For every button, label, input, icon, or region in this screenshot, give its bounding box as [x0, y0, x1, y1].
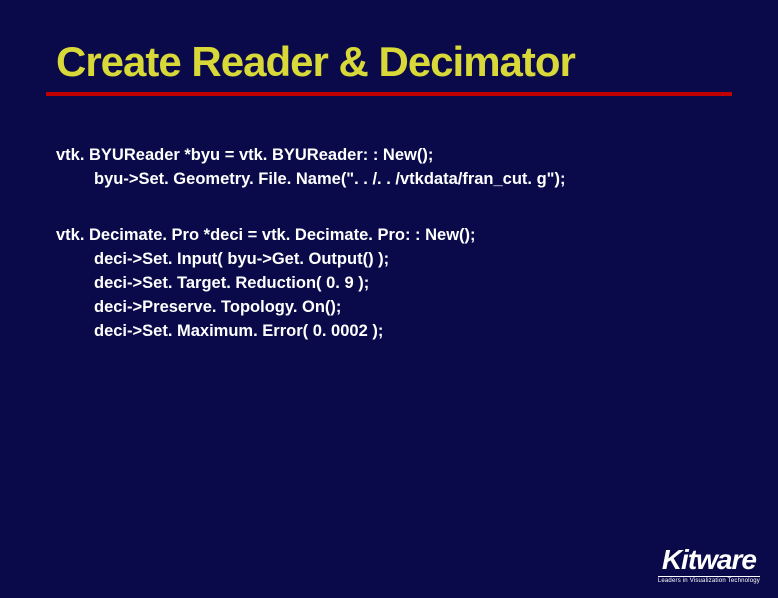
- slide: Create Reader & Decimator vtk. BYUReader…: [0, 0, 778, 598]
- logo: Kitware Leaders in Visualization Technol…: [658, 546, 760, 584]
- code-line: deci->Set. Maximum. Error( 0. 0002 );: [56, 320, 778, 344]
- slide-content: vtk. BYUReader *byu = vtk. BYUReader: : …: [0, 96, 778, 343]
- logo-name: Kitware: [658, 546, 760, 574]
- code-line: vtk. Decimate. Pro *deci = vtk. Decimate…: [56, 224, 778, 248]
- logo-divider: [658, 576, 760, 577]
- logo-tagline: Leaders in Visualization Technology: [658, 578, 760, 584]
- code-line: deci->Set. Target. Reduction( 0. 9 );: [56, 272, 778, 296]
- code-line: deci->Set. Input( byu->Get. Output() );: [56, 248, 778, 272]
- code-line: vtk. BYUReader *byu = vtk. BYUReader: : …: [56, 144, 778, 168]
- code-block-decimator: vtk. Decimate. Pro *deci = vtk. Decimate…: [56, 224, 778, 344]
- code-line: byu->Set. Geometry. File. Name(". . /. .…: [56, 168, 778, 192]
- slide-title: Create Reader & Decimator: [0, 0, 778, 86]
- code-block-reader: vtk. BYUReader *byu = vtk. BYUReader: : …: [56, 144, 778, 192]
- code-line: deci->Preserve. Topology. On();: [56, 296, 778, 320]
